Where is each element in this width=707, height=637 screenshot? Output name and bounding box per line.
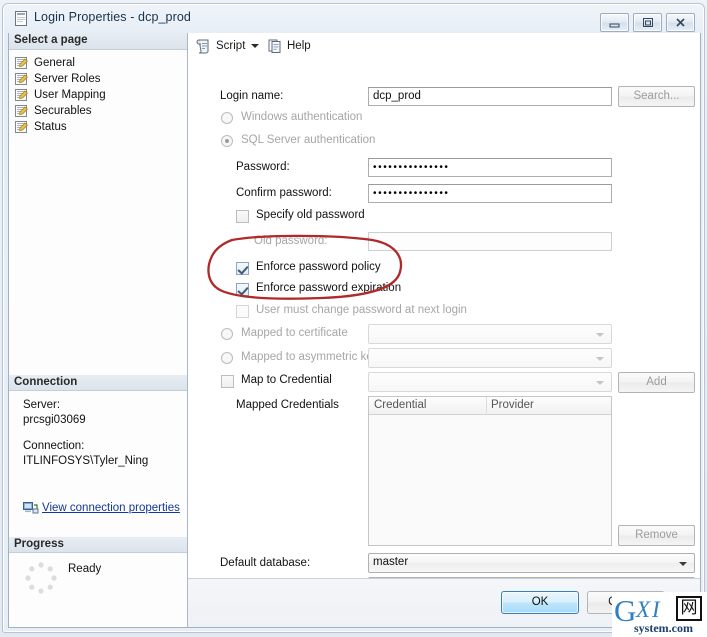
help-button[interactable]: Help xyxy=(267,37,311,55)
mapped-to-certificate-combo[interactable] xyxy=(368,324,612,344)
sidebar-item-securables[interactable]: Securables xyxy=(15,103,92,119)
enforce-password-policy-label: Enforce password policy xyxy=(256,261,381,273)
login-name-label: Login name: xyxy=(220,90,283,102)
remove-credential-button[interactable]: Remove xyxy=(618,525,695,546)
page-script-icon xyxy=(15,73,29,86)
password-label: Password: xyxy=(236,161,290,173)
server-label: Server: xyxy=(23,399,60,411)
content-pane: Script Help Login name: dc xyxy=(188,33,700,627)
watermark-subtitle: system.com xyxy=(634,621,693,636)
title-bar: Login Properties - dcp_prod xyxy=(3,4,702,33)
close-icon xyxy=(667,14,694,31)
close-button[interactable] xyxy=(666,13,695,32)
server-value: prcsgi03069 xyxy=(23,414,86,426)
specify-old-password-checkbox[interactable] xyxy=(236,210,249,223)
script-icon xyxy=(196,38,212,54)
password-input[interactable]: ••••••••••••••• xyxy=(368,158,612,177)
chevron-down-icon xyxy=(596,333,604,337)
confirm-password-input[interactable]: ••••••••••••••• xyxy=(368,184,612,203)
chevron-down-icon xyxy=(679,562,687,566)
must-change-password-label: User must change password at next login xyxy=(256,304,467,316)
default-database-label: Default database: xyxy=(220,557,310,569)
toolbar: Script Help xyxy=(188,33,700,60)
progress-status: Ready xyxy=(68,563,101,575)
page-script-icon xyxy=(15,89,29,102)
page-script-icon xyxy=(15,57,29,70)
dialog-client-area: Select a page General Server Roles xyxy=(8,33,701,628)
connection-properties-icon xyxy=(23,501,39,515)
mapped-to-certificate-label: Mapped to certificate xyxy=(241,327,348,339)
sidebar: Select a page General Server Roles xyxy=(9,33,188,627)
sidebar-item-label: User Mapping xyxy=(34,89,106,101)
sql-server-authentication-radio[interactable] xyxy=(221,135,233,147)
login-name-input[interactable]: dcp_prod xyxy=(368,87,612,106)
connection-header: Connection xyxy=(9,375,187,391)
ok-button[interactable]: OK xyxy=(501,591,579,614)
mapped-credentials-header: Credential Provider xyxy=(369,397,611,415)
sidebar-item-label: Server Roles xyxy=(34,73,100,85)
add-credential-button[interactable]: Add xyxy=(618,372,695,393)
mapped-to-asymmetric-key-radio[interactable] xyxy=(221,352,233,364)
enforce-password-expiration-label: Enforce password expiration xyxy=(256,282,401,294)
default-database-combo[interactable]: master xyxy=(368,553,695,573)
chevron-down-icon xyxy=(596,381,604,385)
enforce-password-policy-checkbox[interactable] xyxy=(236,262,249,275)
old-password-input[interactable] xyxy=(368,232,612,251)
minimize-button[interactable] xyxy=(600,13,629,32)
login-properties-icon xyxy=(15,11,27,26)
sql-server-authentication-label: SQL Server authentication xyxy=(241,134,375,146)
credential-column-header: Credential xyxy=(374,399,426,411)
progress-header: Progress xyxy=(9,537,187,553)
watermark-cjk: 网 xyxy=(676,596,702,621)
specify-old-password-label: Specify old password xyxy=(256,209,365,221)
minimize-icon xyxy=(601,14,628,31)
watermark-letters-xi: XI xyxy=(636,597,662,623)
map-to-credential-checkbox[interactable] xyxy=(221,375,234,388)
windows-authentication-radio[interactable] xyxy=(221,112,233,124)
mapped-to-asymmetric-key-combo[interactable] xyxy=(368,348,612,368)
confirm-password-label: Confirm password: xyxy=(236,187,332,199)
progress-spinner-icon xyxy=(24,561,58,595)
chevron-down-icon xyxy=(596,357,604,361)
sidebar-item-status[interactable]: Status xyxy=(15,119,67,135)
sidebar-item-label: General xyxy=(34,57,75,69)
chevron-down-icon[interactable] xyxy=(251,44,259,48)
maximize-button[interactable] xyxy=(633,13,662,32)
script-label: Script xyxy=(216,40,245,52)
view-connection-properties-link[interactable]: View connection properties xyxy=(42,502,180,514)
provider-column-header: Provider xyxy=(491,399,534,411)
mapped-credentials-label: Mapped Credentials xyxy=(236,399,339,411)
general-page-form: Login name: dcp_prod Search... Windows a… xyxy=(188,59,700,579)
must-change-password-checkbox[interactable] xyxy=(236,305,249,318)
mapped-to-asymmetric-key-label: Mapped to asymmetric key xyxy=(241,351,378,363)
help-label: Help xyxy=(287,40,311,52)
watermark: G XI 网 system.com xyxy=(612,592,707,637)
map-to-credential-combo[interactable] xyxy=(368,372,612,392)
connection-label: Connection: xyxy=(23,440,84,452)
script-button[interactable]: Script xyxy=(196,37,245,55)
select-a-page-header: Select a page xyxy=(9,33,187,50)
maximize-icon xyxy=(634,14,661,31)
window-title: Login Properties - dcp_prod xyxy=(34,10,191,24)
sidebar-item-server-roles[interactable]: Server Roles xyxy=(15,71,100,87)
sidebar-item-label: Status xyxy=(34,121,67,133)
mapped-to-certificate-radio[interactable] xyxy=(221,328,233,340)
sidebar-item-label: Securables xyxy=(34,105,92,117)
mapped-credentials-list[interactable]: Credential Provider xyxy=(368,396,612,546)
connection-value: ITLINFOSYS\Tyler_Ning xyxy=(23,455,148,467)
help-icon xyxy=(267,38,283,54)
page-script-icon xyxy=(15,121,29,134)
search-button[interactable]: Search... xyxy=(618,86,695,107)
page-script-icon xyxy=(15,105,29,118)
default-database-value: master xyxy=(373,556,408,568)
old-password-label: Old password: xyxy=(254,235,328,247)
sidebar-item-general[interactable]: General xyxy=(15,55,75,71)
enforce-password-expiration-checkbox[interactable] xyxy=(236,283,249,296)
map-to-credential-label: Map to Credential xyxy=(241,374,332,386)
column-divider xyxy=(486,397,487,413)
sidebar-item-user-mapping[interactable]: User Mapping xyxy=(15,87,106,103)
windows-authentication-label: Windows authentication xyxy=(241,111,362,123)
window-frame: Login Properties - dcp_prod Select a pag… xyxy=(0,0,707,637)
